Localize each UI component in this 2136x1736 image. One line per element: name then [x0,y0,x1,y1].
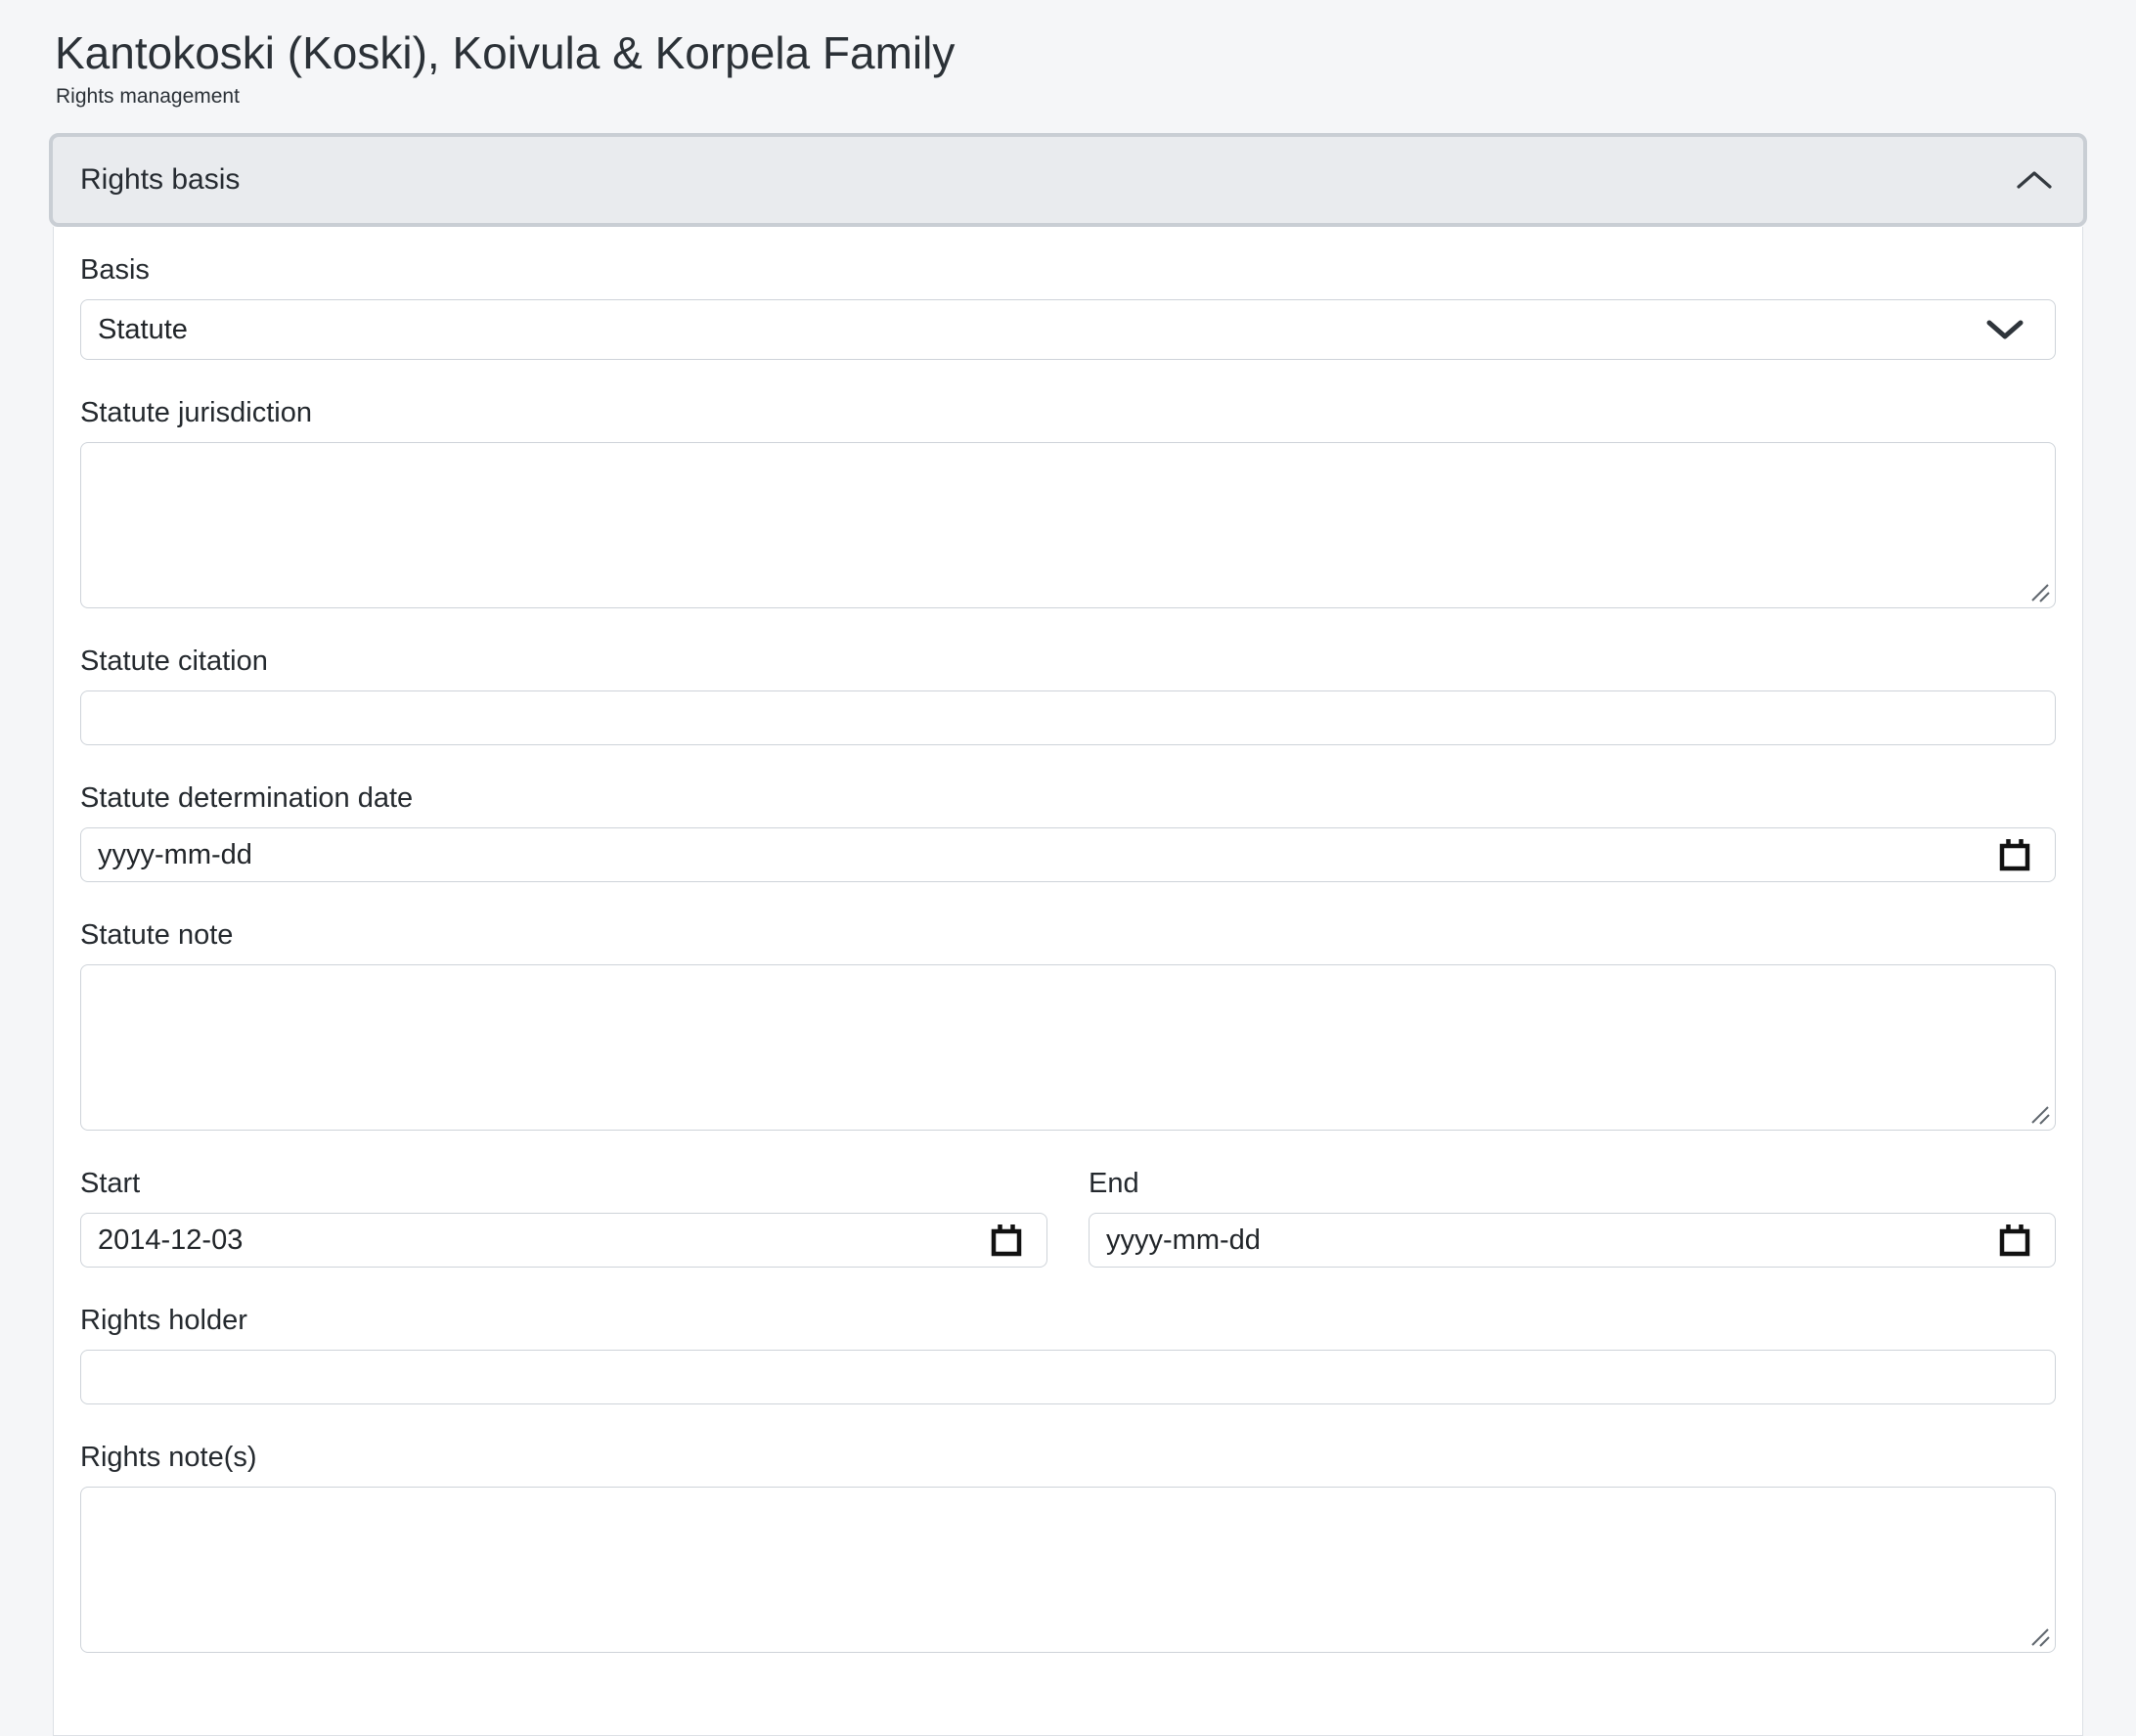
statute-jurisdiction-textarea[interactable] [80,442,2056,608]
rights-basis-accordion-header[interactable]: Rights basis [49,133,2087,227]
date-value: yyyy-mm-dd [1106,1224,1261,1257]
field-statute-note: Statute note [80,917,2056,1131]
basis-select-value: Statute [98,314,188,346]
field-start: Start 2014-12-03 [80,1166,1047,1268]
chevron-down-icon [1984,318,2025,341]
field-rights-notes: Rights note(s) [80,1440,2056,1653]
field-end: End yyyy-mm-dd [1089,1166,2056,1268]
field-statute-citation: Statute citation [80,644,2056,745]
statute-note-textarea[interactable] [80,964,2056,1131]
page-subtitle: Rights management [56,84,2087,110]
statute-determination-date-input[interactable]: yyyy-mm-dd [80,827,2056,882]
start-date-input[interactable]: 2014-12-03 [80,1213,1047,1268]
field-basis: Basis Statute [80,252,2056,360]
statute-jurisdiction-wrap [80,442,2056,608]
statute-citation-label: Statute citation [80,644,2056,679]
rights-basis-accordion-body: Basis Statute Statute jurisdiction [53,227,2083,1736]
calendar-icon[interactable] [1998,837,2031,872]
calendar-icon[interactable] [1998,1223,2031,1258]
page: Kantokoski (Koski), Koivula & Korpela Fa… [0,0,2136,1736]
rights-holder-label: Rights holder [80,1303,2056,1338]
calendar-icon[interactable] [990,1223,1023,1258]
end-date-input[interactable]: yyyy-mm-dd [1089,1213,2056,1268]
rights-notes-wrap [80,1487,2056,1653]
rights-holder-input[interactable] [80,1350,2056,1404]
field-rights-holder: Rights holder [80,1303,2056,1404]
statute-jurisdiction-label: Statute jurisdiction [80,395,2056,430]
rights-notes-label: Rights note(s) [80,1440,2056,1475]
rights-basis-accordion: Rights basis Basis Statute Statute juris… [49,133,2087,1736]
basis-select[interactable]: Statute [80,299,2056,360]
date-value: yyyy-mm-dd [98,839,252,871]
start-end-row: Start 2014-12-03 End yyyy-mm-dd [80,1166,2056,1303]
statute-note-wrap [80,964,2056,1131]
date-value: 2014-12-03 [98,1224,243,1257]
chevron-up-icon [2015,168,2054,192]
accordion-header-label: Rights basis [80,163,240,197]
basis-label: Basis [80,252,2056,288]
statute-note-label: Statute note [80,917,2056,953]
statute-citation-input[interactable] [80,690,2056,745]
field-statute-jurisdiction: Statute jurisdiction [80,395,2056,608]
end-label: End [1089,1166,2056,1201]
rights-notes-textarea[interactable] [80,1487,2056,1653]
start-label: Start [80,1166,1047,1201]
page-title: Kantokoski (Koski), Koivula & Korpela Fa… [55,25,2087,80]
field-statute-determination-date: Statute determination date yyyy-mm-dd [80,780,2056,882]
statute-determination-date-label: Statute determination date [80,780,2056,816]
